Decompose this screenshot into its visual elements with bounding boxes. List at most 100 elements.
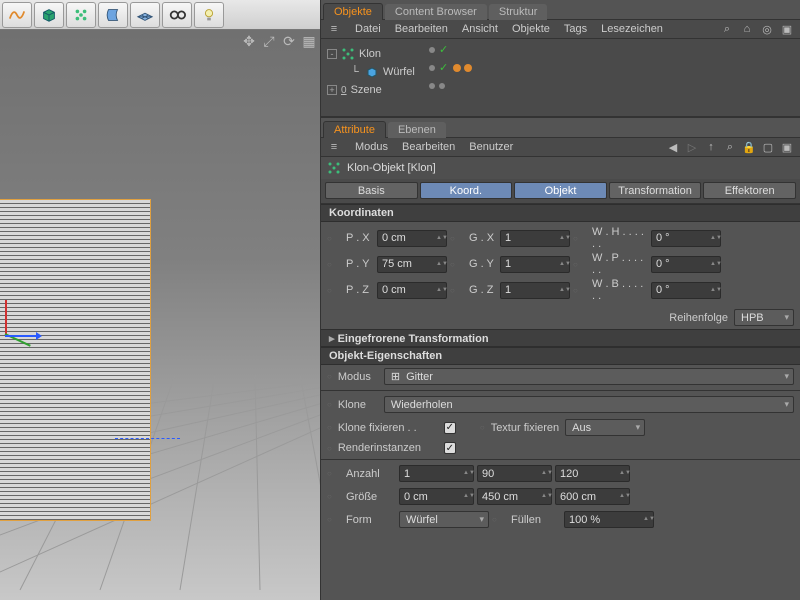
toolbar-array-icon[interactable]: [66, 2, 96, 28]
menu-modus[interactable]: Modus: [355, 141, 388, 153]
tree-row-klon[interactable]: - Klon: [327, 45, 794, 63]
menu-objekte[interactable]: Objekte: [512, 23, 550, 35]
field-wp[interactable]: 0 °▲▼: [651, 256, 721, 273]
mode-tab-effektoren[interactable]: Effektoren: [703, 182, 796, 199]
dropdown-klone[interactable]: Wiederholen: [384, 396, 794, 413]
checkbox-renderinstanzen[interactable]: ✓: [444, 442, 456, 454]
label-textur-fixieren: Textur fixieren: [491, 422, 559, 434]
search-icon[interactable]: ⌕: [723, 140, 737, 154]
attribute-object-title: Klon-Objekt [Klon]: [321, 157, 800, 179]
panel-side: Objekte Content Browser Struktur ≡ Datei…: [320, 0, 800, 600]
menu-bearbeiten[interactable]: Bearbeiten: [402, 141, 455, 153]
visibility-dot[interactable]: [439, 83, 445, 89]
lock-icon[interactable]: 🔒: [742, 140, 756, 154]
field-groesse-y[interactable]: 450 cm▲▼: [477, 488, 552, 505]
menu-datei[interactable]: Datei: [355, 23, 381, 35]
label-fuellen: Füllen: [511, 514, 561, 526]
dock-icon[interactable]: ▣: [780, 22, 794, 36]
label-wp: W . P . . . . . .: [592, 252, 648, 276]
menu-lesezeichen[interactable]: Lesezeichen: [601, 23, 663, 35]
label-py: P . Y: [346, 258, 374, 270]
tree-label[interactable]: Würfel: [383, 66, 415, 78]
enable-check-icon[interactable]: ✓: [439, 65, 448, 71]
nav-fwd-icon[interactable]: ▷: [685, 140, 699, 154]
attribute-header: Attribute Ebenen ≡ Modus Bearbeiten Benu…: [321, 117, 800, 204]
field-gz[interactable]: 1▲▼: [500, 282, 570, 299]
field-gx[interactable]: 1▲▼: [500, 230, 570, 247]
tab-ebenen[interactable]: Ebenen: [388, 122, 446, 138]
label-renderinstanzen: Renderinstanzen: [338, 442, 421, 454]
label-anzahl: Anzahl: [346, 468, 396, 480]
tab-attribute[interactable]: Attribute: [323, 121, 386, 138]
field-anzahl-x[interactable]: 1▲▼: [399, 465, 474, 482]
dropdown-form[interactable]: Würfel: [399, 511, 489, 528]
field-py[interactable]: 75 cm▲▼: [377, 256, 447, 273]
mode-tab-objekt[interactable]: Objekt: [514, 182, 607, 199]
label-reihenfolge: Reihenfolge: [669, 312, 728, 324]
dropdown-modus[interactable]: ⊞Gitter: [384, 368, 794, 385]
tab-objekte[interactable]: Objekte: [323, 3, 383, 20]
dropdown-reihenfolge[interactable]: HPB: [734, 309, 794, 326]
mode-tab-koord[interactable]: Koord.: [420, 182, 513, 199]
field-groesse-z[interactable]: 600 cm▲▼: [555, 488, 630, 505]
attribute-mode-tabs: Basis Koord. Objekt Transformation Effek…: [321, 179, 800, 203]
layer-index: 0: [341, 85, 347, 96]
menu-benutzer[interactable]: Benutzer: [469, 141, 513, 153]
field-pz[interactable]: 0 cm▲▼: [377, 282, 447, 299]
expander-icon[interactable]: +: [327, 85, 337, 95]
mode-tab-transformation[interactable]: Transformation: [609, 182, 702, 199]
enable-check-icon[interactable]: ✓: [439, 47, 448, 53]
expander-icon[interactable]: -: [327, 49, 337, 59]
dropdown-textur-fixieren[interactable]: Aus: [565, 419, 645, 436]
tab-struktur[interactable]: Struktur: [489, 4, 548, 20]
visibility-dot[interactable]: [429, 83, 435, 89]
field-wh[interactable]: 0 °▲▼: [651, 230, 721, 247]
tree-row-szene[interactable]: + 0 Szene: [327, 81, 794, 99]
visibility-dot[interactable]: [429, 65, 435, 71]
home-icon[interactable]: ⌂: [740, 22, 754, 36]
tag-icon[interactable]: [464, 64, 472, 72]
attribute-body[interactable]: Koordinaten ○P . X0 cm▲▼ ○G . X1▲▼ ○W . …: [321, 204, 800, 600]
toolbar-floor-icon[interactable]: [130, 2, 160, 28]
dock-icon[interactable]: ▣: [780, 140, 794, 154]
cloner-icon: [327, 161, 341, 175]
cloner-icon: [341, 47, 355, 61]
label-wh: W . H . . . . . .: [592, 226, 648, 250]
toolbar-spline-icon[interactable]: [2, 2, 32, 28]
nav-up-icon[interactable]: ↑: [704, 140, 718, 154]
menu-ansicht[interactable]: Ansicht: [462, 23, 498, 35]
new-window-icon[interactable]: ▢: [761, 140, 775, 154]
visibility-dot[interactable]: [429, 47, 435, 53]
nav-back-icon[interactable]: ◀: [666, 140, 680, 154]
panel-menu-icon[interactable]: ≡: [327, 22, 341, 36]
eye-icon[interactable]: ◎: [760, 22, 774, 36]
section-frozen[interactable]: Eingefrorene Transformation: [321, 329, 800, 347]
menu-bearbeiten[interactable]: Bearbeiten: [395, 23, 448, 35]
checkbox-klone-fixieren[interactable]: ✓: [444, 422, 456, 434]
field-anzahl-z[interactable]: 120▲▼: [555, 465, 630, 482]
object-tree[interactable]: - Klon └ Würfel + 0 Szene ✓ ✓: [321, 39, 800, 117]
tree-label[interactable]: Klon: [359, 48, 381, 60]
tree-row-wuerfel[interactable]: └ Würfel: [327, 63, 794, 81]
menu-tags[interactable]: Tags: [564, 23, 587, 35]
field-gy[interactable]: 1▲▼: [500, 256, 570, 273]
toolbar-deformer-icon[interactable]: [98, 2, 128, 28]
field-px[interactable]: 0 cm▲▼: [377, 230, 447, 247]
tree-label[interactable]: Szene: [351, 84, 382, 96]
toolbar-camera-icon[interactable]: [162, 2, 192, 28]
panel-menu-icon[interactable]: ≡: [327, 140, 341, 154]
tag-icon[interactable]: [453, 64, 461, 72]
field-wb[interactable]: 0 °▲▼: [651, 282, 721, 299]
cloner-mesh[interactable]: [0, 200, 150, 520]
tab-content-browser[interactable]: Content Browser: [385, 4, 487, 20]
field-groesse-x[interactable]: 0 cm▲▼: [399, 488, 474, 505]
section-koordinaten: Koordinaten: [321, 204, 800, 222]
viewport-3d[interactable]: ✥ ⤢ ⟳ ▦: [0, 30, 320, 600]
toolbar-light-icon[interactable]: [194, 2, 224, 28]
objects-tabbar: Objekte Content Browser Struktur: [321, 0, 800, 19]
field-anzahl-y[interactable]: 90▲▼: [477, 465, 552, 482]
toolbar-cube-icon[interactable]: [34, 2, 64, 28]
field-fuellen[interactable]: 100 %▲▼: [564, 511, 654, 528]
search-icon[interactable]: ⌕: [720, 22, 734, 36]
mode-tab-basis[interactable]: Basis: [325, 182, 418, 199]
